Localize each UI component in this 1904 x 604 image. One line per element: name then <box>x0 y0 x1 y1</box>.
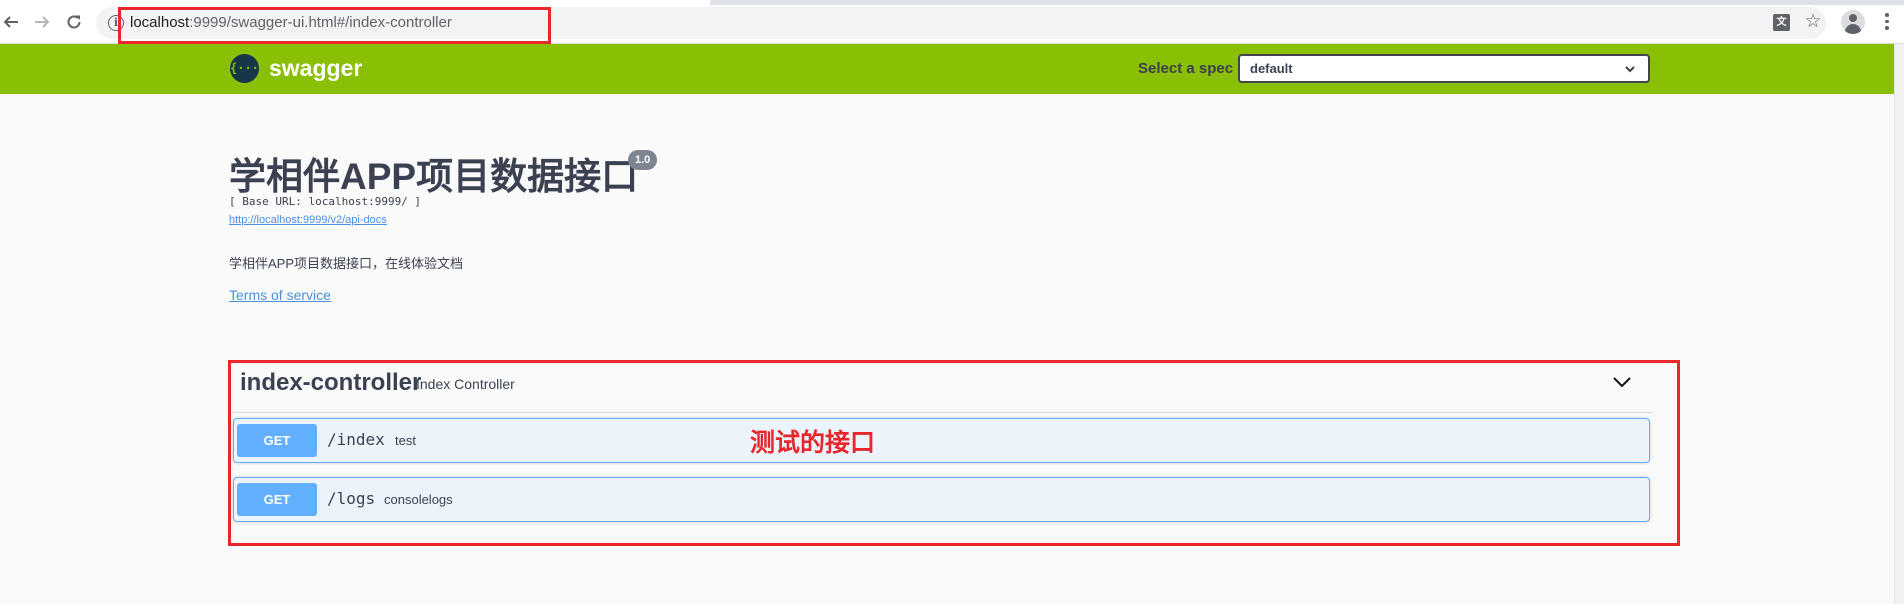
http-method-badge: GET <box>237 424 317 457</box>
tag-section-header[interactable]: index-controller Index Controller <box>233 365 1653 413</box>
tag-name: index-controller <box>240 369 422 396</box>
operation-path: /index <box>327 430 385 449</box>
browser-menu-icon[interactable] <box>1884 13 1890 31</box>
spec-select-value: default <box>1250 61 1293 76</box>
url-host: localhost <box>130 14 190 31</box>
http-method-badge: GET <box>237 483 317 516</box>
forward-button[interactable] <box>31 11 53 33</box>
chevron-down-icon <box>1624 59 1636 78</box>
swagger-logo-text: swagger <box>269 55 363 81</box>
swagger-logo-icon: {···} <box>230 54 266 83</box>
page-scrollbar[interactable] <box>1894 44 1904 604</box>
annotation-label: 测试的接口 <box>750 429 876 457</box>
spec-select-label: Select a spec <box>1138 60 1234 77</box>
profile-avatar-icon[interactable] <box>1841 10 1865 34</box>
arrow-left-icon <box>3 16 18 28</box>
operation-get-index[interactable]: GET /index test <box>233 418 1650 463</box>
reload-button[interactable] <box>63 11 85 33</box>
back-button[interactable] <box>0 11 22 33</box>
operation-get-logs[interactable]: GET /logs consolelogs <box>233 477 1650 522</box>
spec-select[interactable]: default <box>1238 54 1650 83</box>
operation-summary: test <box>395 433 416 448</box>
api-description: 学相伴APP项目数据接口，在线体验文档 <box>229 256 464 271</box>
terms-of-service-link[interactable]: Terms of service <box>229 287 331 303</box>
api-docs-link[interactable]: http://localhost:9999/v2/api-docs <box>229 214 387 226</box>
swagger-topbar: {···} swagger Select a spec default <box>0 44 1894 94</box>
url-text[interactable]: localhost:9999/swagger-ui.html#/index-co… <box>130 14 452 31</box>
browser-toolbar: i localhost:9999/swagger-ui.html#/index-… <box>0 0 1904 44</box>
arrow-right-icon <box>35 16 50 28</box>
url-path: :9999/swagger-ui.html#/index-controller <box>189 14 452 31</box>
address-bar[interactable]: i localhost:9999/swagger-ui.html#/index-… <box>96 7 1826 39</box>
api-title: 学相伴APP项目数据接口 <box>229 156 639 197</box>
info-icon[interactable]: i <box>108 15 124 31</box>
tag-description: Index Controller <box>416 376 515 392</box>
operation-summary: consolelogs <box>384 492 453 507</box>
operation-path: /logs <box>327 489 376 508</box>
bookmark-star-icon[interactable]: ☆ <box>1803 12 1823 32</box>
reload-icon <box>67 15 81 29</box>
version-badge: 1.0 <box>628 150 658 170</box>
chevron-down-icon[interactable] <box>1611 371 1633 393</box>
tab-strip <box>710 0 1904 5</box>
base-url: [ Base URL: localhost:9999/ ] <box>229 195 422 208</box>
translate-icon[interactable]: 文 <box>1773 14 1790 31</box>
